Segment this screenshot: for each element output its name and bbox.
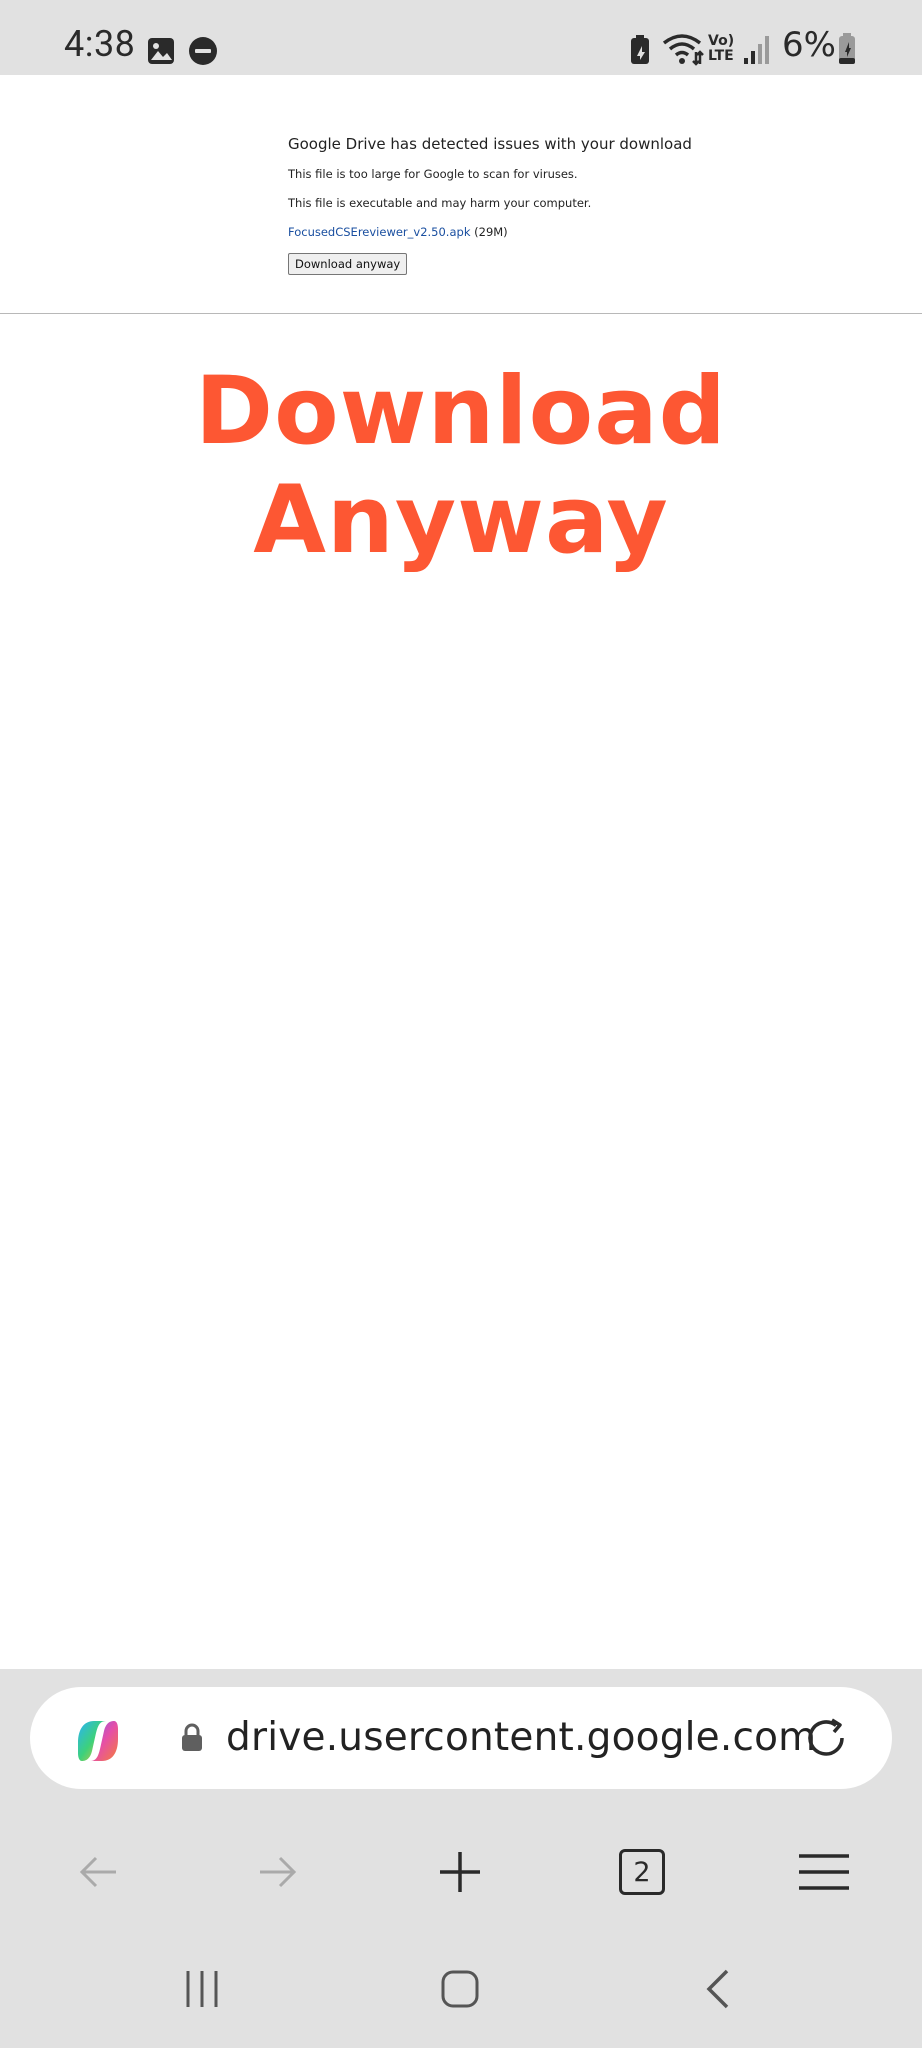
download-anyway-banner: Download Anyway [195, 357, 727, 575]
do-not-disturb-icon [189, 37, 217, 65]
system-nav-bar [0, 1929, 922, 2048]
lock-icon [182, 1723, 202, 1751]
hamburger-menu-icon [799, 1854, 849, 1890]
menu-button[interactable] [784, 1837, 864, 1907]
new-tab-button[interactable] [420, 1837, 500, 1907]
status-bar: 4:38 Vo) LTE 6% [0, 0, 922, 75]
recent-apps-button[interactable] [162, 1959, 242, 2019]
copilot-icon[interactable] [70, 1713, 126, 1769]
browser-nav-row: 2 [0, 1837, 922, 1907]
file-name-link[interactable]: FocusedCSEreviewer_v2.50.apk [288, 225, 470, 239]
browser-toolbar: drive.usercontent.google.com 2 [0, 1669, 922, 1929]
file-size: (29M) [474, 225, 508, 239]
wifi-icon [662, 34, 704, 66]
download-anyway-button[interactable]: Download anyway [288, 253, 408, 275]
web-content: Google Drive has detected issues with yo… [0, 75, 922, 1669]
warning-size-text: This file is too large for Google to sca… [288, 167, 578, 181]
home-icon [441, 1970, 479, 2008]
tabs-button[interactable]: 2 [602, 1837, 682, 1907]
tab-count: 2 [619, 1849, 665, 1895]
gallery-notification-icon [148, 38, 174, 64]
home-button[interactable] [420, 1959, 500, 2019]
system-back-icon [706, 1969, 729, 2009]
plus-icon [440, 1852, 480, 1892]
divider [0, 313, 922, 314]
back-arrow-icon [79, 1856, 116, 1888]
system-back-button[interactable] [678, 1959, 758, 2019]
back-button[interactable] [58, 1837, 138, 1907]
url-text[interactable]: drive.usercontent.google.com [226, 1715, 816, 1760]
forward-button[interactable] [238, 1837, 318, 1907]
warning-executable-text: This file is executable and may harm you… [288, 196, 592, 210]
status-time: 4:38 [64, 23, 136, 65]
battery-percent: 6% [782, 25, 836, 65]
recent-apps-icon [186, 1971, 218, 2007]
warning-heading: Google Drive has detected issues with yo… [288, 135, 692, 153]
forward-arrow-icon [260, 1856, 297, 1888]
battery-saver-icon [631, 35, 649, 64]
battery-charging-icon [839, 33, 855, 64]
download-warning: Google Drive has detected issues with yo… [288, 135, 808, 275]
volte-label: Vo) LTE [708, 33, 735, 64]
reload-icon[interactable] [800, 1712, 852, 1764]
address-bar[interactable]: drive.usercontent.google.com [30, 1687, 892, 1789]
file-info: FocusedCSEreviewer_v2.50.apk (29M) [288, 225, 808, 239]
signal-icon [744, 36, 769, 64]
